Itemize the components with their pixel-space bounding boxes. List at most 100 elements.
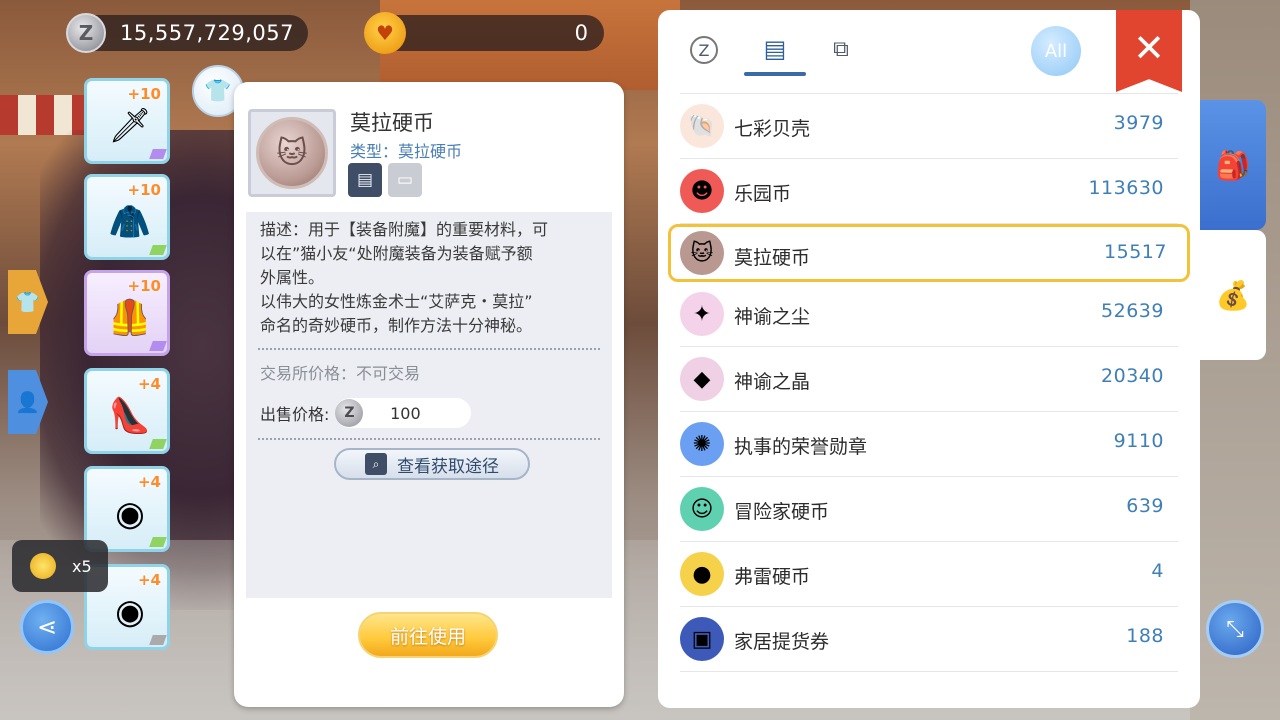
equipment-icon: 🧥: [108, 202, 152, 242]
inspect-icon[interactable]: ▤: [348, 163, 382, 197]
currency-amount: 188: [1126, 625, 1164, 647]
list-item[interactable]: ✺ 执事的荣誉勋章 9110: [680, 412, 1178, 477]
equipment-slot[interactable]: +4 👠: [84, 368, 170, 454]
zeny-balance-bar: Z 15,557,729,057: [66, 13, 308, 53]
tab-shop[interactable]: ▤: [758, 32, 792, 66]
currency-amount: 15517: [1104, 241, 1167, 263]
card-slot-icon[interactable]: ▭: [388, 163, 422, 197]
list-item[interactable]: ● 弗雷硬币 4: [680, 542, 1178, 607]
description-area: 描述：用于【装备附魔】的重要材料，可 以在”猫小友“处附魔装备为装备赋予额 外属…: [246, 212, 612, 598]
currency-amount: 113630: [1088, 177, 1164, 199]
tab-zeny[interactable]: Z: [690, 36, 718, 64]
currency-icon: ●: [680, 552, 724, 596]
backpack-icon: 🎒: [1215, 148, 1251, 182]
cat-coin-balance-bar: ♥ 0: [364, 12, 604, 54]
trade-price: 交易所价格：不可交易: [260, 364, 421, 383]
wardrobe-icon: 👕: [204, 78, 232, 104]
currency-name: 家居提货券: [734, 631, 830, 653]
divider: [258, 438, 600, 440]
cat-coin-icon: ♥: [364, 12, 406, 54]
currency-icon: 🐱: [680, 231, 724, 275]
currency-icon: 🐚: [680, 104, 724, 148]
expand-icon: ⤡: [1226, 616, 1244, 642]
list-item[interactable]: ☻ 乐园币 113630: [680, 159, 1178, 224]
currency-name: 莫拉硬币: [734, 247, 811, 269]
gold-item-badge[interactable]: x5: [12, 540, 108, 592]
currency-name: 乐园币: [734, 183, 792, 205]
backpack-tab[interactable]: 🎒: [1200, 100, 1266, 230]
list-item-partial: [680, 84, 1178, 94]
list-item-selected[interactable]: 🐱 莫拉硬币 15517: [668, 224, 1190, 282]
bottom-right-button[interactable]: ⤡: [1206, 600, 1264, 658]
currency-amount: 4: [1151, 560, 1164, 582]
currency-amount: 639: [1126, 495, 1164, 517]
list-item[interactable]: 🐚 七彩贝壳 3979: [680, 94, 1178, 159]
equipment-icon: 🗡: [108, 106, 152, 146]
gold-item-count: x5: [72, 556, 92, 576]
sell-price-row: 出售价格: Z 100: [246, 398, 612, 428]
quality-corner: [149, 341, 167, 351]
tab-puzzle[interactable]: ⧉: [824, 32, 858, 66]
item-detail-panel: 🐱 莫拉硬币 类型：莫拉硬币 ▤ ▭ 描述：用于【装备附魔】的重要材料，可 以在…: [234, 82, 624, 707]
currency-icon: ✺: [680, 422, 724, 466]
item-icon-frame: 🐱: [248, 109, 336, 197]
currency-icon: ◆: [680, 357, 724, 401]
quality-corner: [149, 635, 167, 645]
zeny-coin-icon: Z: [66, 13, 106, 53]
zeny-value: 15,557,729,057: [120, 21, 294, 45]
equipment-icon: ◉: [115, 592, 145, 632]
moira-coin-icon: 🐱: [256, 117, 328, 189]
item-description: 描述：用于【装备附魔】的重要材料，可 以在”猫小友“处附魔装备为装备赋予额 外属…: [260, 220, 549, 335]
equipment-slot[interactable]: +10 🗡: [84, 78, 170, 164]
currency-name: 冒险家硬币: [734, 501, 830, 523]
currency-amount: 20340: [1101, 365, 1164, 387]
quality-corner: [149, 537, 167, 547]
search-icon: ⌕: [365, 453, 387, 475]
list-item[interactable]: ☺ 冒险家硬币 639: [680, 477, 1178, 542]
share-button[interactable]: ⋖: [20, 600, 74, 654]
zeny-bag-tab[interactable]: 💰: [1200, 230, 1266, 360]
currency-list: 🐚 七彩贝壳 3979 ☻ 乐园币 113630 🐱 莫拉硬币 15517 ✦ 神谕之尘 52639 ◆…: [658, 86, 1200, 672]
list-item[interactable]: ✦ 神谕之尘 52639: [680, 282, 1178, 347]
item-type: 类型：莫拉硬币: [350, 142, 463, 161]
active-tab-indicator: [744, 72, 806, 76]
currency-icon: ☺: [680, 487, 724, 531]
view-source-label: 查看获取途径: [397, 456, 499, 477]
money-bag-icon: 💰: [1215, 278, 1251, 312]
equipment-slot[interactable]: +10 🧥: [84, 174, 170, 260]
share-icon: ⋖: [36, 613, 58, 641]
quality-corner: [149, 149, 167, 159]
quality-corner: [149, 245, 167, 255]
equipment-icon: ◉: [115, 494, 145, 534]
go-use-button[interactable]: 前往使用: [358, 612, 498, 658]
currency-name: 神谕之尘: [734, 306, 811, 328]
list-item[interactable]: ▣ 家居提货券 188: [680, 607, 1178, 672]
currency-name: 七彩贝壳: [734, 118, 811, 140]
currency-amount: 9110: [1113, 430, 1164, 452]
sell-value: 100: [390, 403, 421, 423]
sell-price-pill: Z 100: [335, 398, 472, 428]
inventory-panel: Z ▤ ⧉ All 🐚 七彩贝壳 3979 ☻ 乐园币 113630 🐱 莫拉硬币 15517 ✦…: [658, 10, 1200, 708]
cat-coin-value: 0: [574, 21, 588, 45]
equipment-icon: 🦺: [108, 298, 152, 338]
filter-all-button[interactable]: All: [1031, 26, 1081, 76]
item-name: 莫拉硬币: [350, 111, 434, 135]
market-awning: [0, 95, 90, 135]
list-item[interactable]: ◆ 神谕之晶 20340: [680, 347, 1178, 412]
currency-name: 神谕之晶: [734, 371, 811, 393]
equipment-slot[interactable]: +10 🦺: [84, 270, 170, 356]
zeny-icon: Z: [335, 399, 364, 427]
currency-icon: ✦: [680, 292, 724, 336]
currency-amount: 52639: [1101, 300, 1164, 322]
equipment-icon: 👠: [108, 396, 152, 436]
currency-icon: ▣: [680, 617, 724, 661]
sell-label: 出售价格:: [260, 405, 330, 424]
currency-icon: ☻: [680, 169, 724, 213]
currency-name: 弗雷硬币: [734, 566, 811, 588]
shirt-icon: 👕: [15, 290, 40, 314]
currency-name: 执事的荣誉勋章: [734, 436, 868, 458]
quality-corner: [149, 439, 167, 449]
currency-amount: 3979: [1113, 112, 1164, 134]
view-source-button[interactable]: ⌕ 查看获取途径: [334, 448, 530, 480]
gold-coin-icon: [30, 553, 56, 579]
